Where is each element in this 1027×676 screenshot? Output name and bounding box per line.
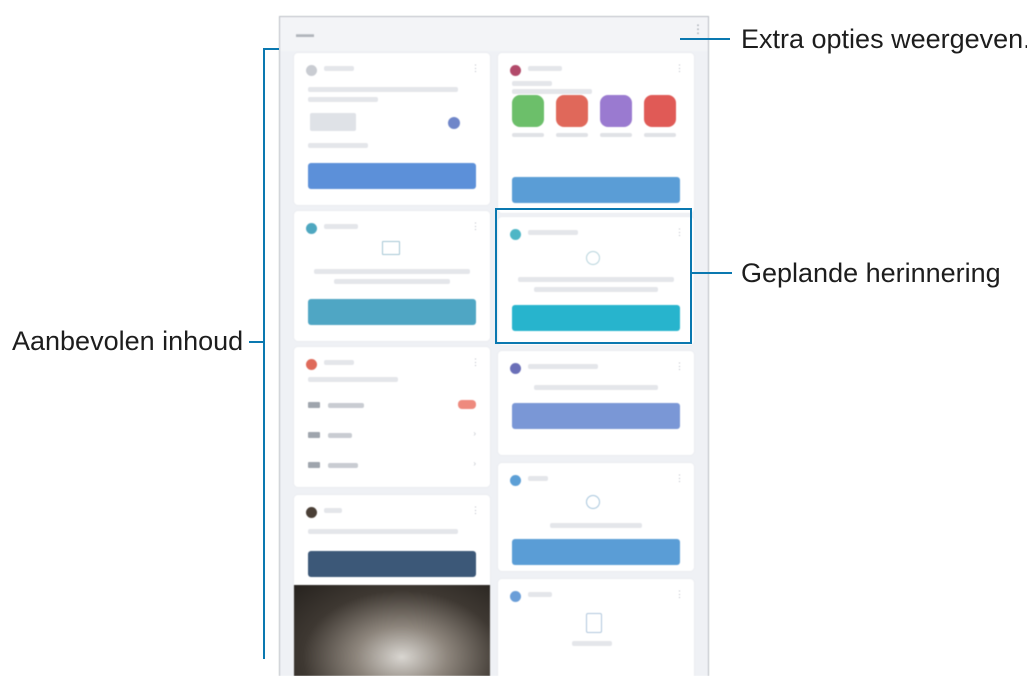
app-icon-green[interactable] [512,95,544,127]
row-icon [308,432,320,438]
tips-card[interactable]: ⋮ [498,463,694,571]
storage-card[interactable]: ⋮ [498,579,694,676]
weather-card[interactable]: ⋮ [294,53,490,205]
weather-info-block [310,113,356,131]
card-action-button[interactable] [308,163,476,189]
card-title-placeholder [324,508,342,513]
scheduled-reminder-highlight [495,208,692,344]
callout-line-scheduled-reminder [692,272,732,274]
callout-bracket-recommended-content [263,48,265,659]
card-title-placeholder [528,592,552,597]
app-label [600,133,632,137]
top-bar: ▬▬ ⋮ [280,17,708,51]
row-icon [308,402,320,408]
card-action-button[interactable] [512,539,680,565]
card-more-icon[interactable]: ⋮ [471,221,480,232]
status-badge [458,400,476,409]
app-label [512,133,544,137]
text-line [512,89,592,94]
card-icon [510,475,521,486]
text-line [308,529,458,534]
app-icon-purple[interactable] [600,95,632,127]
card-icon [510,65,521,76]
callout-line-more-options [680,38,730,40]
text-line [572,641,612,646]
callout-scheduled-reminder: Geplande herinnering [741,258,1001,288]
row-text [328,433,352,438]
calendar-card[interactable]: ⋮ › › [294,347,490,487]
text-line [308,97,378,102]
card-action-button[interactable] [512,177,680,203]
card-more-icon[interactable]: ⋮ [675,63,684,74]
notes-card[interactable]: ⋮ [498,351,694,455]
card-more-icon[interactable]: ⋮ [675,589,684,600]
row-text [328,463,358,468]
callout-line-recommended-content [249,341,263,343]
card-more-icon[interactable]: ⋮ [471,357,480,368]
text-line [308,377,398,382]
tips-icon [586,495,600,509]
text-line [550,523,642,528]
card-title-placeholder [324,224,358,229]
callout-recommended-content: Aanbevolen inhoud [12,326,244,356]
text-line [314,269,470,274]
card-title-placeholder [324,66,354,71]
card-title-placeholder [528,476,548,481]
panel-title-placeholder: ▬▬ [296,29,314,39]
text-line [334,279,450,284]
row-text [328,403,364,408]
text-line [534,385,658,390]
card-title-placeholder [324,360,354,365]
card-icon [306,359,317,370]
card-more-icon[interactable]: ⋮ [675,473,684,484]
photo-thumbnail[interactable] [294,585,490,676]
card-icon [306,65,317,76]
app-label [644,133,676,137]
callout-more-options: Extra opties weergeven. [741,24,1027,54]
text-line [308,143,368,148]
app-label [556,133,588,137]
email-card[interactable]: ⋮ [294,211,490,341]
card-icon [306,507,317,518]
weather-moon-icon [448,117,460,129]
card-more-icon[interactable]: ⋮ [471,505,480,516]
storage-icon [586,613,602,633]
card-icon [510,591,521,602]
text-line [512,81,552,86]
card-title-placeholder [528,66,562,71]
card-more-icon[interactable]: ⋮ [675,361,684,372]
app-icon-red[interactable] [556,95,588,127]
row-chevron-icon: › [473,459,476,468]
card-action-button[interactable] [308,551,476,577]
row-icon [308,462,320,468]
envelope-icon [382,241,400,255]
card-icon [510,363,521,374]
card-title-placeholder [528,364,598,369]
card-icon [306,223,317,234]
text-line [308,87,458,92]
device-screen: ▬▬ ⋮ ⋮ ⋮ ⋮ › › ⋮ ⋮ ⋮ ⋮ ⋮ ⋮ [279,16,709,676]
card-more-icon[interactable]: ⋮ [471,63,480,74]
callout-bracket-top-tick [263,48,279,50]
row-chevron-icon: › [473,429,476,438]
apps-card[interactable]: ⋮ [498,53,694,213]
app-icon-crimson[interactable] [644,95,676,127]
card-action-button[interactable] [308,299,476,325]
video-card[interactable]: ⋮ [294,495,490,591]
card-action-button[interactable] [512,403,680,429]
